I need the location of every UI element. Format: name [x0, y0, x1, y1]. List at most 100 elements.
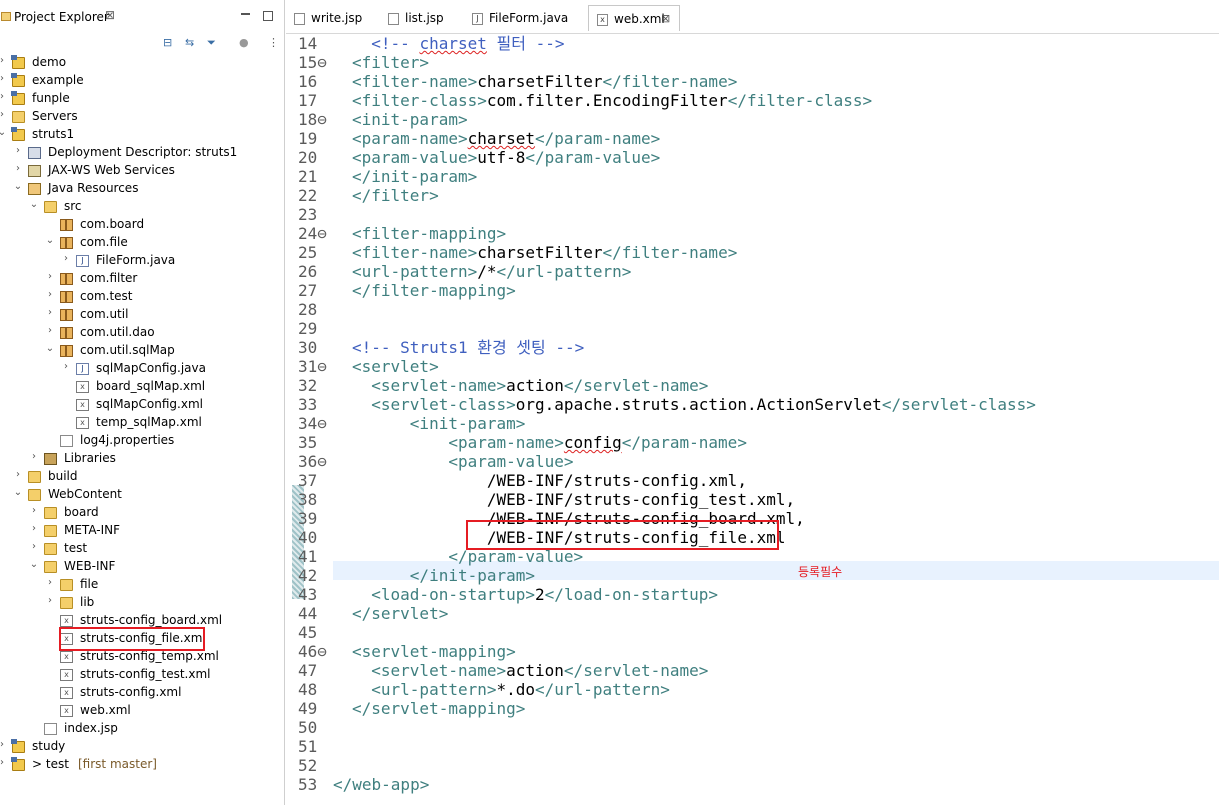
code-line[interactable]: /WEB-INF/struts-config.xml, — [352, 471, 747, 490]
code-line[interactable]: <init-param> — [352, 414, 526, 433]
tree-item[interactable]: ⌄ struts1 — [0, 126, 284, 144]
tree-item[interactable]: ⌄ Java Resources — [0, 180, 284, 198]
chevron-down-icon[interactable]: ⌄ — [29, 559, 39, 570]
code-line[interactable]: <servlet-name>action</servlet-name> — [352, 376, 708, 395]
code-line[interactable]: /WEB-INF/struts-config_test.xml, — [352, 490, 795, 509]
chevron-down-icon[interactable]: ⌄ — [29, 199, 39, 210]
code-line[interactable]: <filter-name>charsetFilter</filter-name> — [352, 72, 737, 91]
code-line[interactable]: <load-on-startup>2</load-on-startup> — [352, 585, 718, 604]
tree-item[interactable]: › lib — [0, 594, 284, 612]
tree-item[interactable]: › > test [first master] — [0, 756, 284, 774]
code-line[interactable]: </init-param> — [352, 167, 477, 186]
chevron-right-icon[interactable]: › — [0, 73, 7, 84]
tab-web-xml[interactable]: x web.xml ⊠ — [588, 5, 680, 31]
code-line[interactable]: <url-pattern>*.do</url-pattern> — [352, 680, 670, 699]
tab-fileform-java[interactable]: J FileForm.java — [464, 5, 586, 31]
tree-item[interactable]: ⌄ WebContent — [0, 486, 284, 504]
code-line[interactable]: <servlet-name>action</servlet-name> — [352, 661, 708, 680]
view-menu-icon[interactable]: ⋮ — [268, 36, 279, 49]
tree-item[interactable]: › study — [0, 738, 284, 756]
tree-item[interactable]: › build — [0, 468, 284, 486]
tab-write-jsp[interactable]: write.jsp — [286, 5, 378, 31]
tree-item[interactable]: › Deployment Descriptor: struts1 — [0, 144, 284, 162]
code-view[interactable]: 14 <!-- charset 필터 --> 15⊖ <filter> 16 <filt… — [286, 34, 1219, 805]
tree-item[interactable]: › test — [0, 540, 284, 558]
close-icon[interactable]: ⊠ — [105, 8, 115, 22]
chevron-right-icon[interactable]: › — [0, 55, 7, 66]
code-line[interactable]: </filter> — [352, 186, 439, 205]
code-line[interactable]: <!-- Struts1 환경 셋팅 --> — [352, 338, 584, 357]
chevron-down-icon[interactable]: ⌄ — [45, 343, 55, 354]
chevron-right-icon[interactable]: › — [29, 523, 39, 534]
code-line[interactable]: </servlet> — [352, 604, 448, 623]
code-line[interactable]: </init-param> — [352, 566, 535, 585]
tree-item[interactable]: x struts-config.xml — [0, 684, 284, 702]
code-line[interactable]: <param-name>config</param-name> — [352, 433, 747, 452]
code-line[interactable]: <param-value> — [352, 452, 573, 471]
chevron-right-icon[interactable]: › — [29, 541, 39, 552]
code-line[interactable]: <filter-class>com.filter.EncodingFilter<… — [352, 91, 872, 110]
tree-item[interactable]: ⌄ src — [0, 198, 284, 216]
focus-icon[interactable]: ● — [239, 36, 249, 49]
tree-item[interactable]: › JAX-WS Web Services — [0, 162, 284, 180]
tree-item[interactable]: › com.util.dao — [0, 324, 284, 342]
tree-item[interactable]: › J FileForm.java — [0, 252, 284, 270]
tree-item[interactable]: › demo — [0, 54, 284, 72]
tree-item[interactable]: ⌄ WEB-INF — [0, 558, 284, 576]
tree-item[interactable]: › JsqlMapConfig.java — [0, 360, 284, 378]
tree-item[interactable]: x web.xml — [0, 702, 284, 720]
tree-item[interactable]: › META-INF — [0, 522, 284, 540]
chevron-right-icon[interactable]: › — [61, 253, 71, 264]
tree-item[interactable]: › com.util — [0, 306, 284, 324]
chevron-right-icon[interactable]: › — [61, 361, 71, 372]
code-line[interactable]: <servlet-mapping> — [352, 642, 516, 661]
chevron-right-icon[interactable]: › — [45, 307, 55, 318]
tree-item[interactable]: › Servers — [0, 108, 284, 126]
filter-icon[interactable]: ⏷ — [207, 36, 216, 50]
code-line[interactable]: </filter-mapping> — [352, 281, 516, 300]
code-line[interactable]: <servlet> — [352, 357, 439, 376]
code-line[interactable]: <param-name>charset</param-name> — [352, 129, 660, 148]
collapse-all-icon[interactable]: ⊟ — [163, 36, 172, 49]
tree-item[interactable]: › file — [0, 576, 284, 594]
tree-item[interactable]: › com.filter — [0, 270, 284, 288]
chevron-down-icon[interactable]: ⌄ — [0, 127, 7, 138]
chevron-right-icon[interactable]: › — [0, 91, 7, 102]
tree-item[interactable]: ⌄ com.file — [0, 234, 284, 252]
chevron-right-icon[interactable]: › — [45, 289, 55, 300]
chevron-down-icon[interactable]: ⌄ — [45, 235, 55, 246]
tree-item[interactable]: › board — [0, 504, 284, 522]
chevron-right-icon[interactable]: › — [45, 325, 55, 336]
maximize-icon[interactable] — [263, 11, 273, 21]
code-line[interactable]: <url-pattern>/*</url-pattern> — [352, 262, 631, 281]
tree-item[interactable]: › funple — [0, 90, 284, 108]
minimize-icon[interactable] — [241, 13, 250, 15]
code-line[interactable]: </servlet-mapping> — [352, 699, 525, 718]
tree-item[interactable]: com.board — [0, 216, 284, 234]
code-line[interactable]: <servlet-class>org.apache.struts.action.… — [352, 395, 1036, 414]
code-line[interactable]: <!-- charset 필터 --> — [352, 34, 564, 53]
tree-item[interactable]: x temp_sqlMap.xml — [0, 414, 284, 432]
tab-list-jsp[interactable]: list.jsp — [380, 5, 462, 31]
tree-item[interactable]: x board_sqlMap.xml — [0, 378, 284, 396]
chevron-right-icon[interactable]: › — [13, 145, 23, 156]
chevron-down-icon[interactable]: ⌄ — [13, 181, 23, 192]
chevron-right-icon[interactable]: › — [45, 577, 55, 588]
tree-item[interactable]: log4j.properties — [0, 432, 284, 450]
tree-item[interactable]: › example — [0, 72, 284, 90]
chevron-right-icon[interactable]: › — [0, 757, 7, 768]
code-line[interactable]: <filter-name>charsetFilter</filter-name> — [352, 243, 737, 262]
code-line[interactable]: <param-value>utf-8</param-value> — [352, 148, 660, 167]
chevron-right-icon[interactable]: › — [45, 271, 55, 282]
chevron-right-icon[interactable]: › — [0, 739, 7, 750]
code-line[interactable]: <filter-mapping> — [352, 224, 506, 243]
chevron-right-icon[interactable]: › — [45, 595, 55, 606]
link-with-editor-icon[interactable]: ⇆ — [185, 36, 194, 49]
tree-item[interactable]: › com.test — [0, 288, 284, 306]
tree-item[interactable]: › Libraries — [0, 450, 284, 468]
tree-item[interactable]: index.jsp — [0, 720, 284, 738]
chevron-right-icon[interactable]: › — [0, 109, 7, 120]
tree-item[interactable]: ⌄ com.util.sqlMap — [0, 342, 284, 360]
code-line[interactable]: <init-param> — [352, 110, 468, 129]
chevron-down-icon[interactable]: ⌄ — [13, 487, 23, 498]
